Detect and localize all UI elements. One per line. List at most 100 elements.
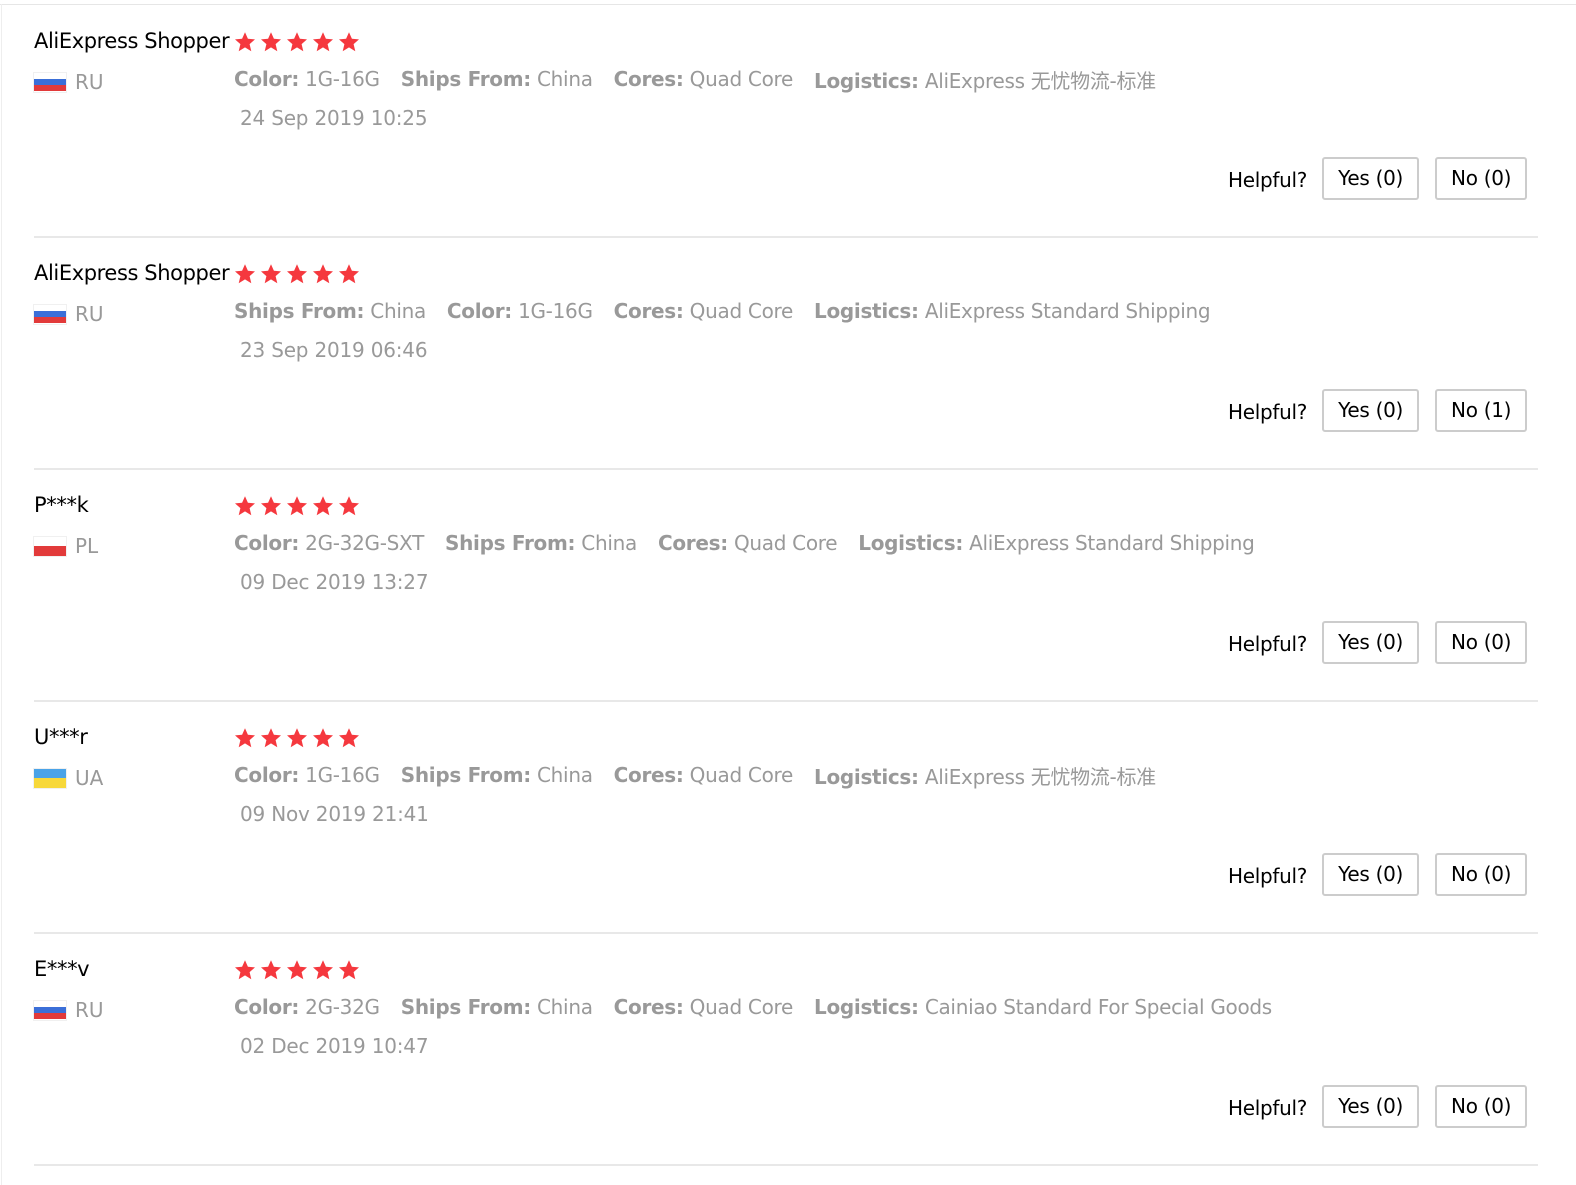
attribute-key: Ships From: [400, 995, 532, 1019]
country-code: RU [75, 998, 104, 1022]
country-flag-icon [34, 72, 66, 92]
star-icon [313, 32, 333, 52]
helpful-label: Helpful? [1228, 864, 1308, 888]
attribute: Color: 1G-16G [234, 763, 380, 787]
helpful-vote: Helpful? Yes (0) No (1) [1228, 388, 1528, 432]
country-code: UA [75, 766, 104, 790]
review-item: P***k PL Color: 2G-32G-SXT Ships From: Chin… [0, 464, 1576, 702]
review-date: 02 Dec 2019 10:47 [240, 1034, 429, 1058]
attribute-value: China [370, 299, 426, 323]
helpful-yes-button[interactable]: Yes (0) [1322, 156, 1420, 200]
helpful-no-button[interactable]: No (0) [1435, 1084, 1528, 1128]
attribute-key: Logistics: [814, 68, 919, 93]
helpful-label: Helpful? [1228, 168, 1308, 192]
helpful-label: Helpful? [1228, 1096, 1308, 1120]
star-icon [235, 960, 255, 980]
attribute-key: Cores: [613, 995, 684, 1019]
country-code: RU [75, 70, 104, 94]
star-icon [339, 728, 359, 748]
review-item: E***v RU Color: 2G-32G Ships From: China Cor… [0, 928, 1576, 1166]
star-icon [287, 960, 307, 980]
attribute-value: Quad Core [733, 531, 838, 555]
star-icon [313, 496, 333, 516]
star-icon [287, 496, 307, 516]
review-item: AliExpress Shopper RU Ships From: China Col… [0, 232, 1576, 470]
product-attributes: Color: 1G-16G Ships From: China Cores: Qua… [234, 62, 1177, 96]
star-icon [287, 728, 307, 748]
review-date: 23 Sep 2019 06:46 [240, 338, 428, 362]
attribute: Color: 1G-16G [234, 67, 380, 91]
star-icon [261, 728, 281, 748]
helpful-vote: Helpful? Yes (0) No (0) [1228, 620, 1528, 664]
product-attributes: Color: 1G-16G Ships From: China Cores: Qua… [234, 758, 1177, 792]
helpful-vote: Helpful? Yes (0) No (0) [1228, 156, 1528, 200]
attribute-key: Color: [234, 531, 300, 555]
attribute-value: China [537, 995, 593, 1019]
star-icon [235, 496, 255, 516]
helpful-yes-button[interactable]: Yes (0) [1322, 852, 1420, 896]
flag-band [34, 536, 66, 546]
reviewer-country: PL [34, 532, 98, 560]
attribute-value: Cainiao Standard For Special Goods [924, 995, 1272, 1019]
attribute-key: Cores: [613, 299, 684, 323]
attribute-key: Cores: [613, 67, 684, 91]
attribute: Logistics: AliExpress Standard Shipping [858, 531, 1255, 555]
attribute-value: 2G-32G-SXT [305, 531, 425, 555]
attribute: Ships From: China [234, 299, 426, 323]
attribute: Logistics: AliExpress 无忧物流-标准 [814, 761, 1156, 790]
attribute-key: Logistics: [814, 299, 919, 323]
helpful-no-button[interactable]: No (0) [1435, 156, 1528, 200]
helpful-no-button[interactable]: No (0) [1435, 852, 1528, 896]
star-icon [313, 960, 333, 980]
flag-band [34, 768, 66, 778]
attribute-key: Logistics: [814, 995, 919, 1019]
attribute-key: Ships From: [400, 763, 532, 787]
attribute-value: 1G-16G [305, 67, 380, 91]
helpful-yes-button[interactable]: Yes (0) [1322, 1084, 1420, 1128]
attribute-key: Logistics: [858, 531, 964, 555]
star-rating [234, 955, 364, 985]
reviewer-name: U***r [34, 725, 88, 749]
star-icon [313, 264, 333, 284]
review-item: AliExpress Shopper RU Color: 1G-16G Ships F… [0, 0, 1576, 238]
flag-band [34, 317, 66, 324]
reviewer-name: AliExpress Shopper [34, 261, 230, 285]
star-icon [287, 264, 307, 284]
attribute-value: China [537, 67, 593, 91]
attribute-value: AliExpress Standard Shipping [924, 299, 1211, 323]
flag-band [34, 546, 66, 556]
helpful-no-button[interactable]: No (0) [1435, 620, 1528, 664]
flag-band [34, 778, 66, 788]
star-icon [339, 264, 359, 284]
review-date: 09 Dec 2019 13:27 [240, 570, 429, 594]
star-rating [234, 723, 364, 753]
country-flag-icon [34, 304, 66, 324]
attribute-key: Color: [234, 763, 300, 787]
attribute: Ships From: China [401, 67, 593, 91]
star-icon [339, 960, 359, 980]
star-icon [235, 32, 255, 52]
reviewer-name: P***k [34, 493, 89, 517]
flag-band [34, 1013, 66, 1020]
helpful-vote: Helpful? Yes (0) No (0) [1228, 852, 1528, 896]
attribute-key: Ships From: [400, 67, 532, 91]
attribute: Ships From: China [401, 995, 593, 1019]
helpful-yes-button[interactable]: Yes (0) [1322, 388, 1420, 432]
helpful-yes-button[interactable]: Yes (0) [1322, 620, 1420, 664]
product-attributes: Color: 2G-32G-SXT Ships From: China Cores:… [234, 526, 1276, 560]
review-date: 09 Nov 2019 21:41 [240, 802, 429, 826]
country-code: RU [75, 302, 104, 326]
attribute: Cores: Quad Core [613, 995, 794, 1019]
attribute: Logistics: Cainiao Standard For Special … [814, 995, 1272, 1019]
country-code: PL [75, 534, 99, 558]
attribute: Cores: Quad Core [658, 531, 838, 555]
helpful-no-button[interactable]: No (1) [1435, 388, 1528, 432]
reviewer-country: RU [34, 996, 104, 1024]
country-flag-icon [34, 536, 66, 556]
star-icon [339, 496, 359, 516]
star-rating [234, 27, 364, 57]
attribute: Cores: Quad Core [613, 67, 794, 91]
star-icon [339, 32, 359, 52]
attribute-value: Quad Core [689, 995, 794, 1019]
attribute: Ships From: China [401, 763, 593, 787]
